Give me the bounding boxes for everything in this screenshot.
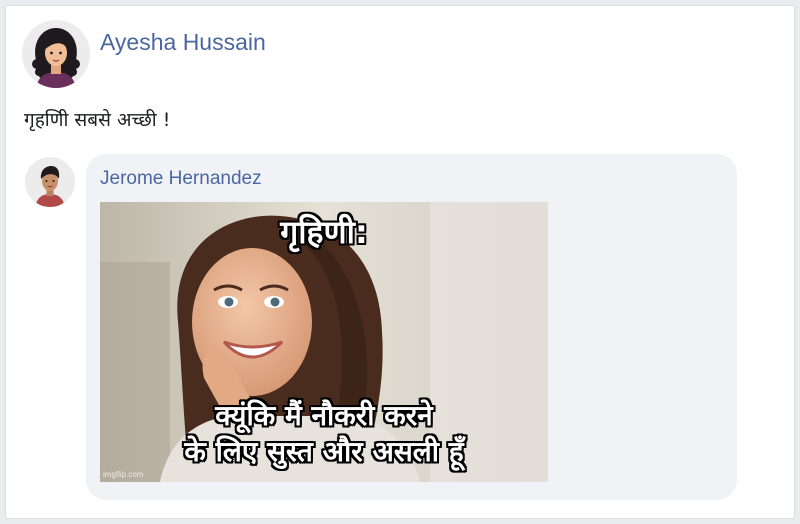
meme-bottom-line-1: क्यूंकि मैं नौकरी करने [215,399,433,432]
meme-image[interactable]: गृहिणी: क्यूंकि मैं नौकरी करने के लिए सु… [100,202,548,482]
comment-author-name[interactable]: Jerome Hernandez [100,168,262,190]
author-avatar[interactable] [22,20,90,88]
post-author-name[interactable]: Ayesha Hussain [100,29,266,56]
comment-bubble: Jerome Hernandez गृहिणी: क्यूंकि मैं नौक… [86,154,737,500]
meme-watermark: imgflip.com [103,470,144,479]
post-card: Ayesha Hussain गृहणिी सबसे अच्छी ! Jerom… [5,5,795,519]
woman-avatar-icon [22,20,90,88]
meme-top-text: गृहिणी: [280,213,368,251]
meme-bottom-line-2: के लिए सुस्त और असली हूँ [184,435,464,468]
commenter-avatar[interactable] [25,157,75,207]
post-text: गृहणिी सबसे अच्छी ! [24,109,171,131]
man-avatar-icon [25,157,75,207]
meme-bottom-text: क्यूंकि मैं नौकरी करने के लिए सुस्त और अ… [100,398,548,470]
